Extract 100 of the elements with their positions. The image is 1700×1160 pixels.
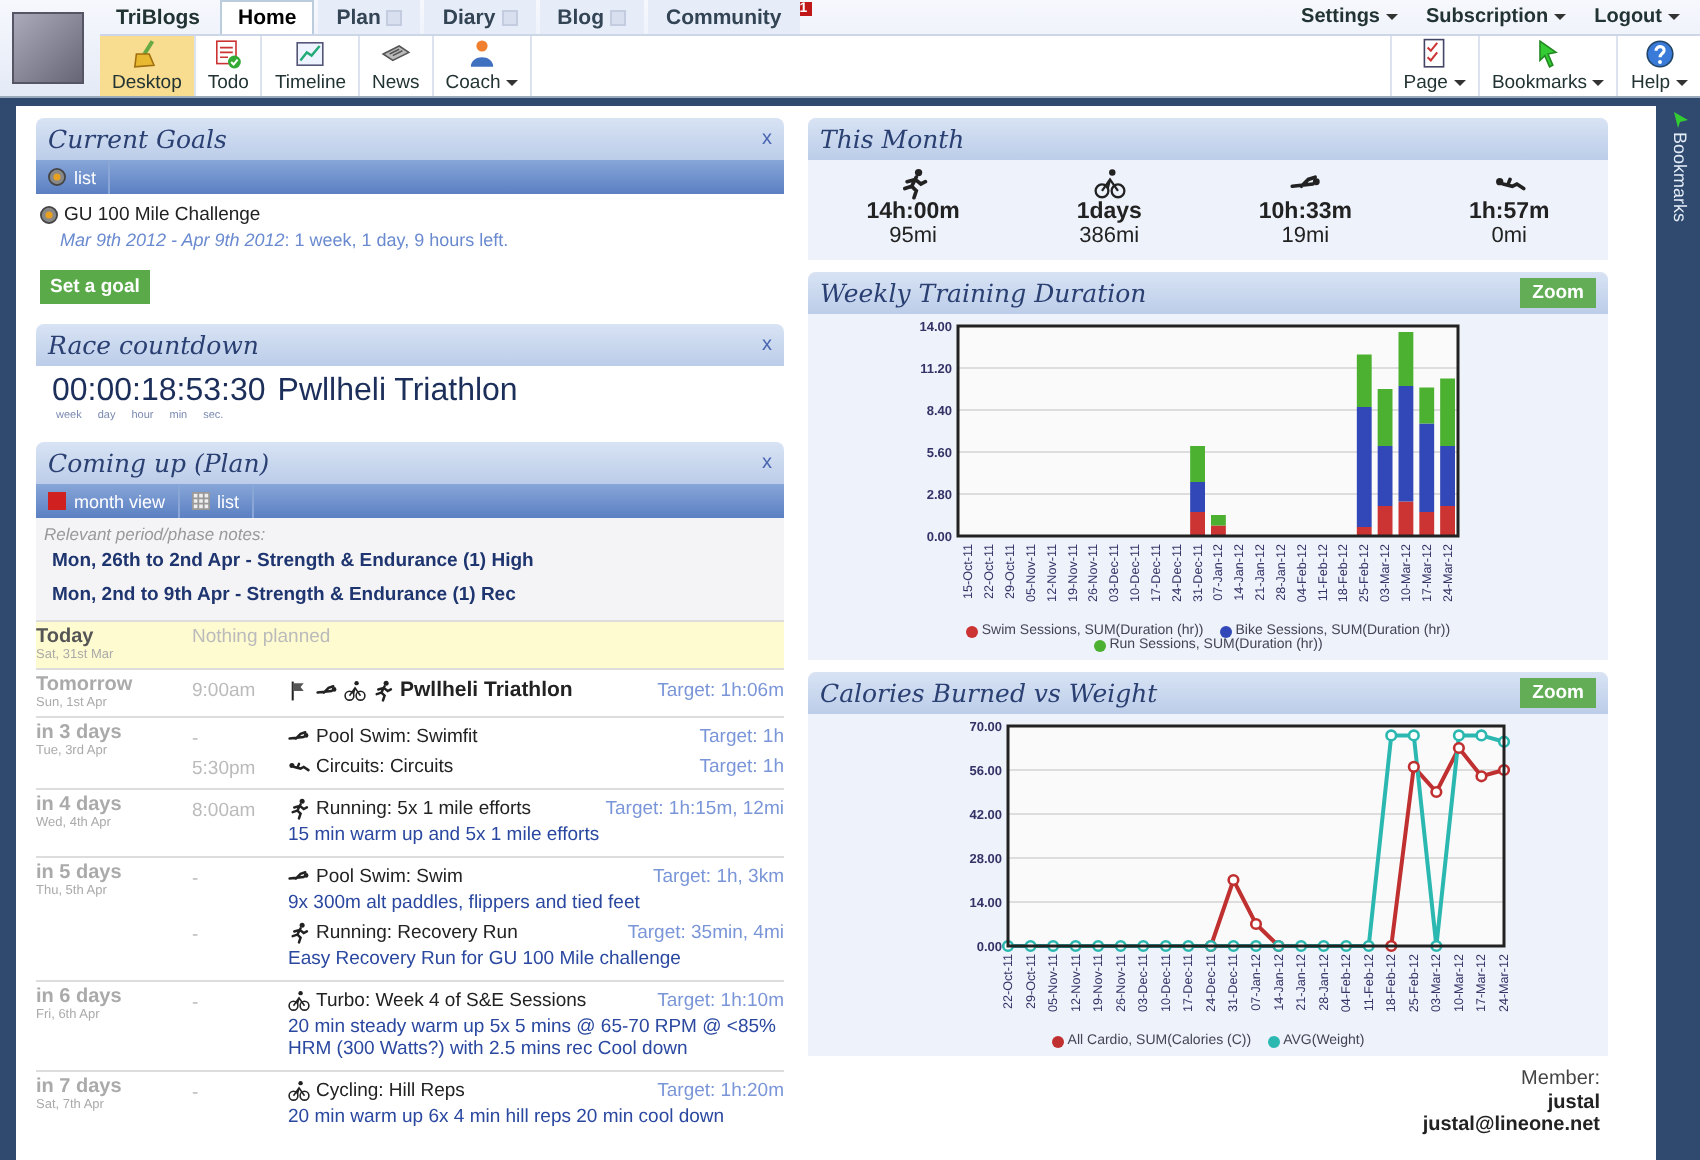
person-icon (466, 38, 499, 70)
day-label: Today (36, 626, 96, 648)
panel-title: Race countdown (48, 330, 259, 360)
grid-icon (191, 492, 210, 510)
toolbar-button[interactable]: News (360, 36, 434, 96)
caret-icon (1554, 14, 1567, 20)
race-name: Pwllheli Triathlon (277, 374, 518, 410)
cyclist-icon (344, 679, 366, 701)
time-label: 8:00am (192, 798, 258, 826)
logo-photo-placeholder[interactable] (12, 12, 84, 84)
caret-icon (1592, 80, 1605, 86)
session-title[interactable]: Pool Swim: Swim (316, 866, 463, 888)
target-label: Target: 1h:06m (655, 679, 784, 701)
toolbar-button[interactable]: Timeline (262, 36, 361, 96)
data-point (1249, 917, 1263, 931)
target-label: Target: 1h, 3km (651, 866, 784, 888)
target-label: Target: 1h:20m (655, 1080, 784, 1102)
session-title[interactable]: Turbo: Week 4 of S&E Sessions (316, 990, 587, 1012)
session-title[interactable]: Circuits: Circuits (316, 756, 454, 778)
runner-icon (288, 922, 310, 944)
close-button[interactable]: x (762, 334, 772, 356)
nav-tab[interactable]: Diary (424, 0, 536, 34)
day-label: in 6 days (36, 986, 124, 1008)
notes-label: Relevant period/phase notes: (44, 524, 268, 544)
day-label: in 4 days (36, 794, 124, 816)
nav-tab[interactable]: Plan (318, 0, 421, 34)
data-point (1407, 760, 1420, 773)
runner-icon (288, 798, 310, 820)
panel-title: Coming up (Plan) (48, 448, 270, 478)
menu-link[interactable]: Logout (1594, 6, 1680, 28)
goal-period: Mar 9th 2012 - Apr 9th 2012: 1 week, 1 day, 9 hours left. (58, 228, 511, 250)
close-button[interactable]: x (762, 128, 772, 150)
stat-time: 1days (1076, 200, 1142, 224)
data-point (1475, 770, 1488, 783)
toolbar-button[interactable]: Coach (433, 36, 533, 96)
target-label: Target: 1h:15m, 12mi (603, 798, 784, 820)
toolbar-button[interactable]: Desktop (100, 36, 196, 96)
calendar-icon (48, 492, 66, 510)
target-icon (40, 206, 58, 224)
data-point (1430, 785, 1443, 799)
dropdown-icon[interactable] (386, 10, 403, 26)
session-title[interactable]: Running: Recovery Run (316, 922, 518, 944)
menu-link[interactable]: Subscription (1426, 6, 1567, 28)
empty-text: Nothing planned (192, 626, 333, 648)
time-label: 9:00am (192, 678, 258, 706)
target-label: Target: 1h (697, 756, 784, 778)
session-description: 15 min warm up and 5x 1 mile efforts (288, 822, 602, 846)
dropdown-icon[interactable] (609, 10, 626, 26)
day-label: Tomorrow (36, 674, 135, 696)
site-name: TriBlogs (114, 6, 203, 34)
session-title[interactable]: Pwllheli Triathlon (400, 678, 573, 702)
panel-title: This Month (820, 124, 965, 154)
stat-time: 1h:57m (1468, 200, 1550, 224)
nav-tab[interactable]: Community (647, 0, 800, 34)
caret-icon (1668, 14, 1680, 20)
toolbar-button[interactable]: Bookmarks (1477, 36, 1617, 96)
toolbar-button[interactable]: Help (1616, 36, 1700, 96)
stat-distance: 0mi (1491, 224, 1527, 248)
session-description: 9x 300m alt paddles, flippers and tied feet (288, 890, 642, 914)
bookmarks-side-tab[interactable]: Bookmarks (1660, 106, 1700, 252)
session-title[interactable]: Cycling: Hill Reps (316, 1080, 465, 1102)
phase-note[interactable]: Mon, 2nd to 9th Apr - Strength & Endurance (1) Rec (44, 578, 776, 612)
toolbar-button[interactable]: Page (1389, 36, 1478, 96)
close-button[interactable]: x (762, 452, 772, 474)
menu-link[interactable]: Settings (1301, 6, 1398, 28)
session-title[interactable]: Pool Swim: Swimfit (316, 726, 478, 748)
day-label: in 5 days (36, 862, 124, 884)
day-label: in 7 days (36, 1076, 124, 1098)
stat-time: 10h:33m (1258, 200, 1353, 224)
time-label: - (192, 726, 201, 752)
session-description: 20 min warm up 6x 4 min hill reps 20 min cool down (288, 1104, 727, 1128)
session-title[interactable]: Running: 5x 1 mile efforts (316, 798, 532, 820)
stat-distance: 95mi (889, 224, 937, 248)
phase-note[interactable]: Mon, 26th to 2nd Apr - Strength & Endurance (1) High (44, 544, 776, 578)
target-label: Target: 1h:10m (655, 990, 784, 1012)
caret-icon (1386, 14, 1398, 20)
time-label: - (192, 990, 201, 1018)
cyclist-icon (288, 990, 310, 1012)
runner-icon (897, 168, 930, 200)
toolbar-button[interactable]: Todo (195, 36, 263, 96)
member-email[interactable]: justal@lineone.net (808, 1114, 1600, 1137)
target-label: Target: 1h (697, 726, 784, 748)
goal-name[interactable]: GU 100 Mile Challenge (64, 204, 261, 226)
time-label: 5:30pm (192, 756, 258, 782)
target-icon (48, 168, 66, 186)
nav-tab[interactable]: Blog (539, 0, 644, 34)
panel-title: Calories Burned vs Weight (820, 678, 1158, 708)
countdown-timer: 00:00:18:53:30 (52, 374, 266, 410)
day-label: in 3 days (36, 722, 124, 744)
caret-icon (1676, 80, 1688, 86)
cyclist-icon (288, 1080, 310, 1102)
chart-icon (294, 38, 327, 70)
member-name[interactable]: justal (808, 1091, 1600, 1114)
session-description: Easy Recovery Run for GU 100 Mile challenge (288, 946, 683, 970)
time-label: - (192, 1080, 201, 1108)
dropdown-icon[interactable] (501, 10, 518, 26)
caret-icon (1453, 80, 1466, 86)
nav-tab[interactable]: Home (220, 0, 315, 34)
panel-title: Weekly Training Duration (820, 278, 1147, 308)
time-label: - (192, 866, 201, 894)
